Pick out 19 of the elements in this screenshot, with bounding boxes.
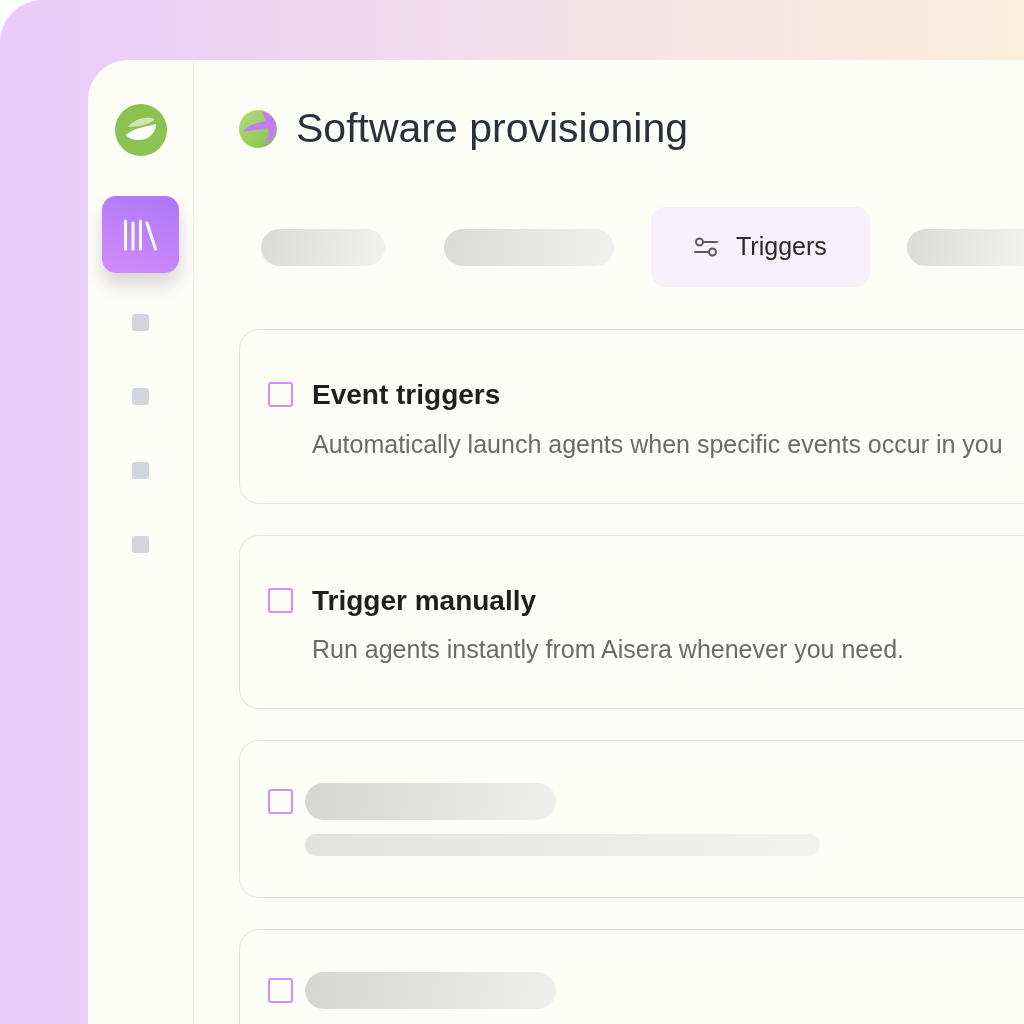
checkbox[interactable] bbox=[268, 588, 293, 614]
sliders-icon bbox=[694, 235, 718, 260]
nav-placeholder[interactable] bbox=[132, 462, 149, 479]
library-icon bbox=[123, 218, 158, 251]
option-description: Automatically launch agents when specific events occur in you bbox=[312, 428, 1003, 459]
nav-placeholder[interactable] bbox=[132, 388, 149, 405]
leaf-logo-icon bbox=[114, 104, 167, 156]
option-title: Trigger manually bbox=[312, 583, 537, 618]
page-title: Software provisioning bbox=[296, 104, 688, 153]
option-title: Event triggers bbox=[312, 378, 501, 412]
nav-placeholder[interactable] bbox=[132, 536, 149, 553]
tab[interactable]: Triggers bbox=[651, 207, 870, 288]
option-description: Run agents instantly from Aisera whenever you need. bbox=[312, 634, 904, 665]
checkbox[interactable] bbox=[268, 382, 293, 408]
checkbox[interactable] bbox=[268, 977, 293, 1003]
nav-placeholder[interactable] bbox=[132, 314, 149, 331]
checkbox[interactable] bbox=[268, 788, 293, 814]
orb-icon bbox=[239, 109, 277, 148]
library-nav-button[interactable] bbox=[102, 196, 179, 273]
